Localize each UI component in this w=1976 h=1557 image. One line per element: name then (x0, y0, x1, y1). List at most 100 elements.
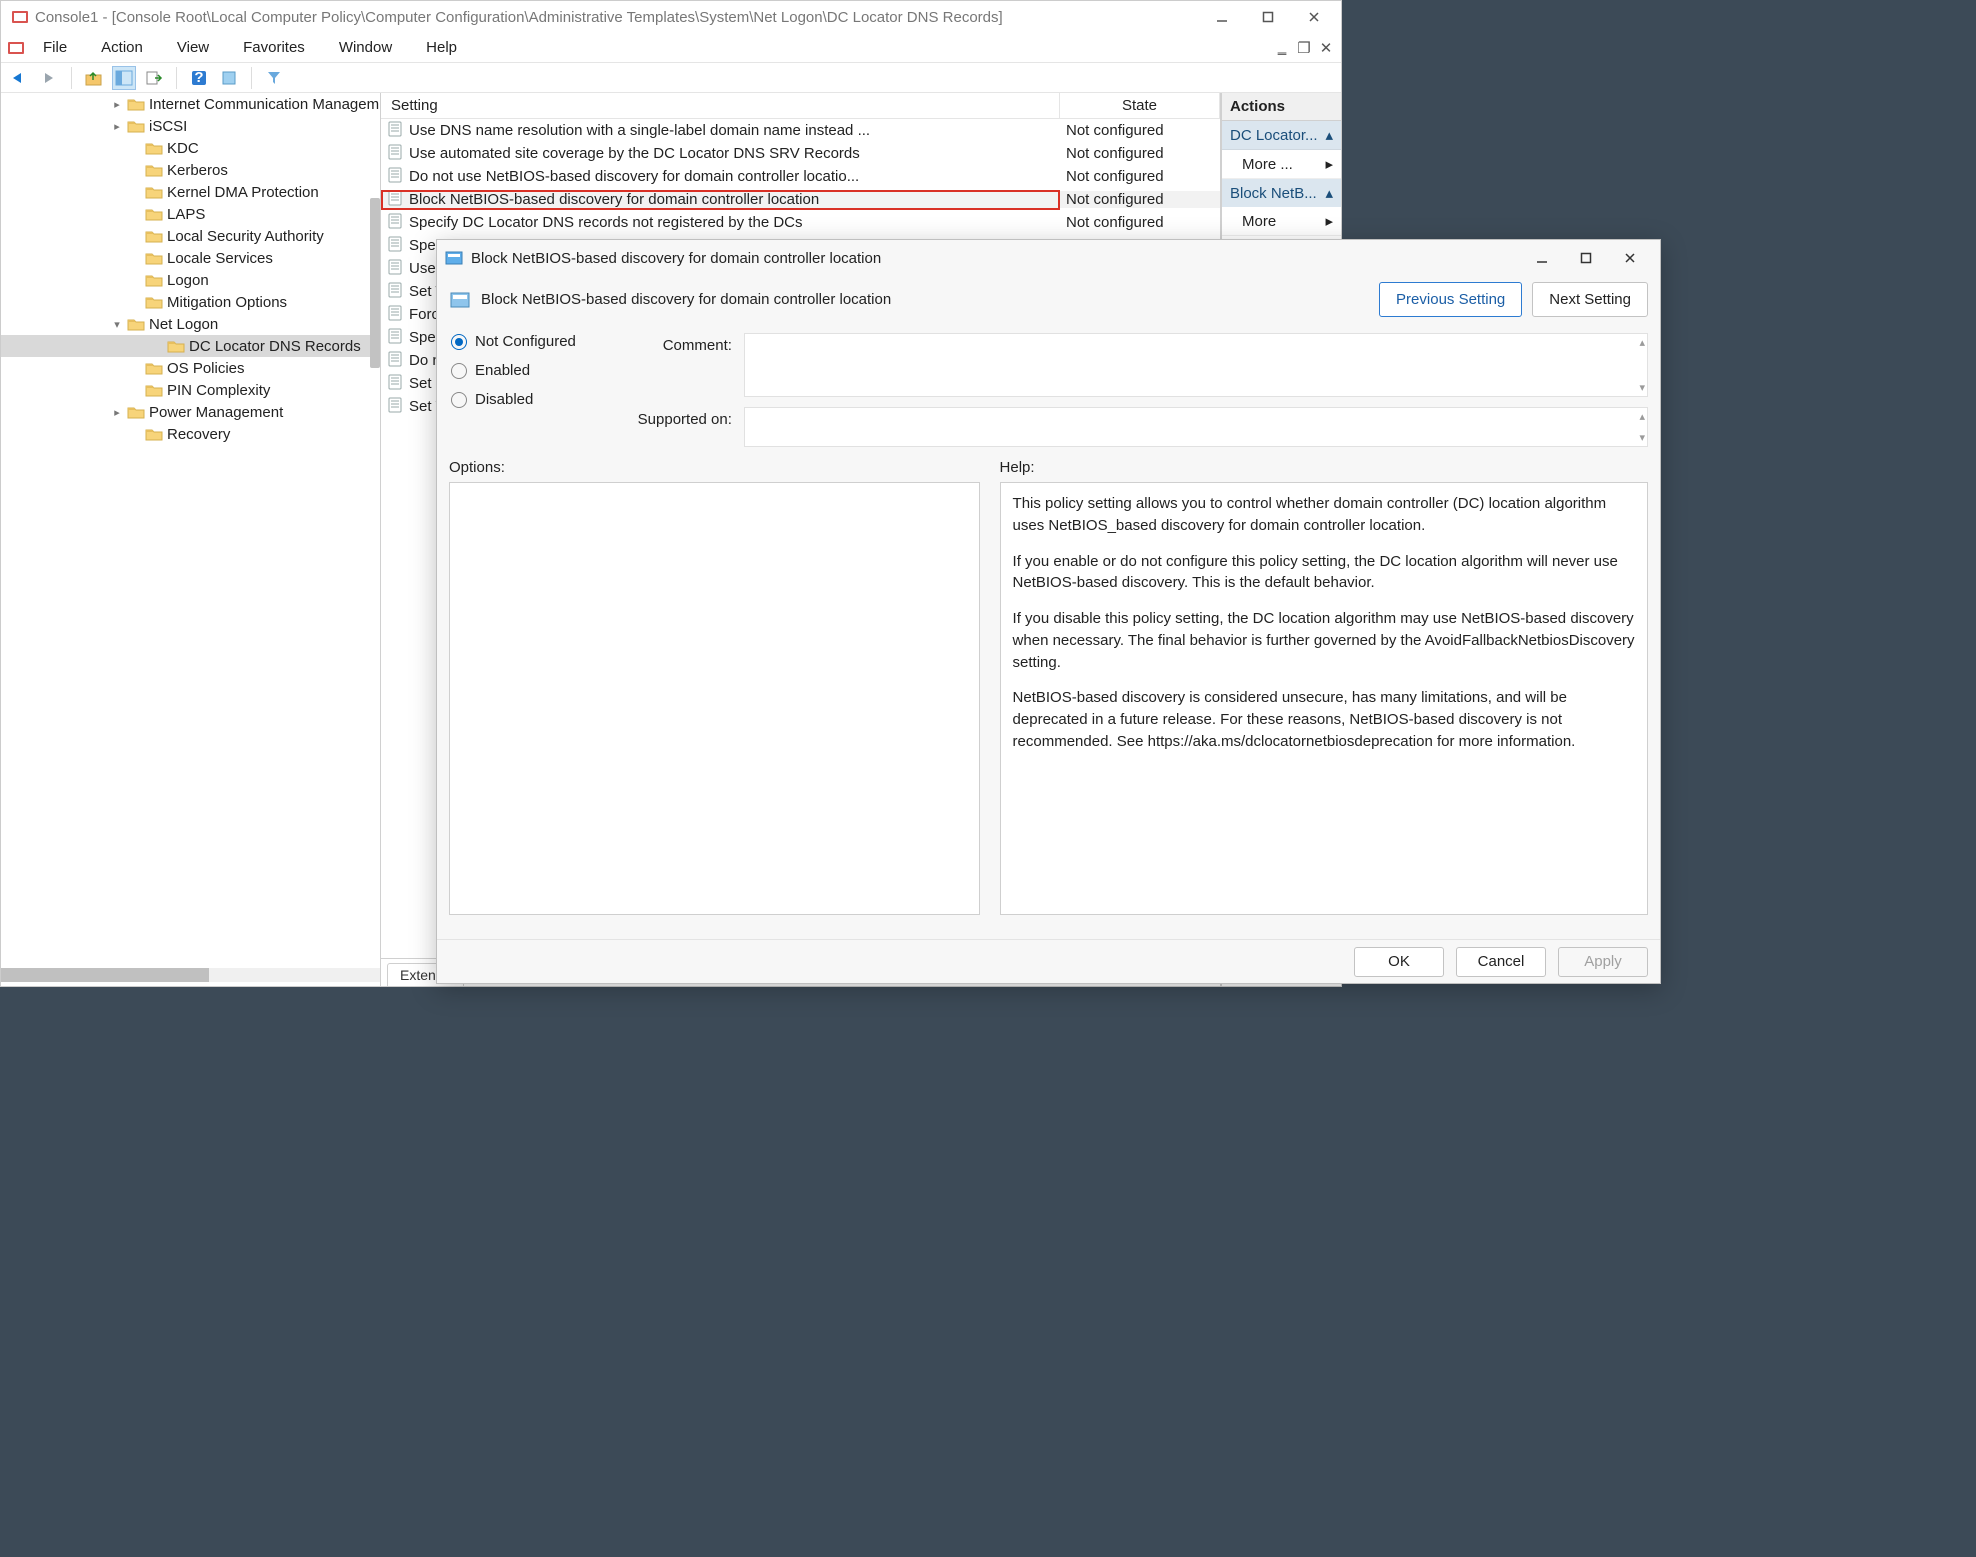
tree-item[interactable]: Kernel DMA Protection (1, 181, 380, 203)
tree-item[interactable]: ▸Power Management (1, 401, 380, 423)
dialog-maximize-button[interactable] (1564, 243, 1608, 273)
scroll-down-icon[interactable]: ▾ (1639, 431, 1645, 444)
comment-input[interactable]: ▴ ▾ (744, 333, 1648, 397)
actions-item-more[interactable]: More ... ▸ (1222, 150, 1341, 179)
scroll-up-icon[interactable]: ▴ (1639, 410, 1645, 423)
policy-item-icon (387, 144, 403, 164)
menu-action[interactable]: Action (91, 35, 153, 60)
tree-item[interactable]: Local Security Authority (1, 225, 380, 247)
tree-expander-icon[interactable] (129, 164, 141, 176)
tree-expander-icon[interactable] (129, 142, 141, 154)
tree-vertical-scrollbar[interactable] (370, 198, 380, 368)
tree-expander-icon[interactable]: ▸ (111, 120, 123, 133)
radio-enabled[interactable]: Enabled (451, 362, 576, 379)
folder-icon (145, 251, 163, 265)
radio-not-configured[interactable]: Not Configured (451, 333, 576, 350)
up-folder-button[interactable] (82, 66, 106, 90)
show-hide-tree-button[interactable] (112, 66, 136, 90)
list-row[interactable]: Use DNS name resolution with a single-la… (381, 119, 1220, 142)
tree-expander-icon[interactable] (129, 362, 141, 374)
tree-expander-icon[interactable]: ▸ (111, 406, 123, 419)
dialog-minimize-button[interactable] (1520, 243, 1564, 273)
list-row[interactable]: Specify DC Locator DNS records not regis… (381, 211, 1220, 234)
actions-item-more-2[interactable]: More ▸ (1222, 207, 1341, 236)
back-button[interactable] (7, 66, 31, 90)
tree-item-label: Locale Services (167, 250, 273, 267)
mdi-close-icon[interactable]: ✕ (1317, 39, 1335, 57)
tree-expander-icon[interactable] (129, 230, 141, 242)
menu-view[interactable]: View (167, 35, 219, 60)
tree-item[interactable]: DC Locator DNS Records (1, 335, 380, 357)
tree-horizontal-scrollbar[interactable] (1, 968, 380, 982)
tree-item[interactable]: LAPS (1, 203, 380, 225)
tree-item[interactable]: Logon (1, 269, 380, 291)
actions-group-block-netbios[interactable]: Block NetB... ▴ (1222, 179, 1341, 207)
mdi-restore-icon[interactable]: ❐ (1295, 39, 1313, 57)
tree-item[interactable]: ▸Internet Communication Managem (1, 93, 380, 115)
radio-disabled[interactable]: Disabled (451, 391, 576, 408)
export-list-button[interactable] (142, 66, 166, 90)
tree-scroll[interactable]: ▸Internet Communication Managem▸iSCSI KD… (1, 93, 380, 986)
tree-expander-icon[interactable] (129, 296, 141, 308)
cell-state: Not configured (1060, 214, 1220, 231)
tree-item[interactable]: ▸iSCSI (1, 115, 380, 137)
tree-item-label: OS Policies (167, 360, 245, 377)
maximize-button[interactable] (1245, 1, 1291, 33)
dialog-close-button[interactable] (1608, 243, 1652, 273)
ok-button[interactable]: OK (1354, 947, 1444, 977)
list-row[interactable]: Do not use NetBIOS-based discovery for d… (381, 165, 1220, 188)
tree-expander-icon[interactable] (129, 428, 141, 440)
close-button[interactable] (1291, 1, 1337, 33)
navigation-tree-pane: ▸Internet Communication Managem▸iSCSI KD… (1, 93, 381, 986)
actions-group-label: Block NetB... (1230, 185, 1317, 202)
tree-item[interactable]: OS Policies (1, 357, 380, 379)
folder-icon (167, 339, 185, 353)
tree-expander-icon[interactable]: ▸ (111, 98, 123, 111)
tree-item[interactable]: PIN Complexity (1, 379, 380, 401)
tree-expander-icon[interactable]: ▾ (111, 318, 123, 331)
tree-expander-icon[interactable] (129, 252, 141, 264)
menu-favorites[interactable]: Favorites (233, 35, 315, 60)
list-row[interactable]: Block NetBIOS-based discovery for domain… (381, 188, 1220, 211)
comment-label: Comment: (612, 333, 732, 354)
mdi-minimize-icon[interactable]: ‗ (1273, 39, 1291, 57)
menu-file[interactable]: File (33, 35, 77, 60)
tree-expander-icon[interactable] (129, 208, 141, 220)
setting-name: Use DNS name resolution with a single-la… (409, 122, 870, 139)
policy-options-button[interactable] (217, 66, 241, 90)
tree-expander-icon[interactable] (151, 340, 163, 352)
list-row[interactable]: Use automated site coverage by the DC Lo… (381, 142, 1220, 165)
next-setting-button[interactable]: Next Setting (1532, 282, 1648, 317)
tree-expander-icon[interactable] (129, 274, 141, 286)
policy-edit-icon (449, 289, 471, 311)
cancel-button[interactable]: Cancel (1456, 947, 1546, 977)
menu-window[interactable]: Window (329, 35, 402, 60)
tree-item[interactable]: KDC (1, 137, 380, 159)
menu-help[interactable]: Help (416, 35, 467, 60)
column-header-state[interactable]: State (1060, 93, 1220, 118)
minimize-button[interactable] (1199, 1, 1245, 33)
options-box[interactable] (449, 482, 980, 915)
previous-setting-button[interactable]: Previous Setting (1379, 282, 1522, 317)
tree-item[interactable]: ▾Net Logon (1, 313, 380, 335)
tree-expander-icon[interactable] (129, 384, 141, 396)
tree-item[interactable]: Kerberos (1, 159, 380, 181)
tree-expander-icon[interactable] (129, 186, 141, 198)
apply-button[interactable]: Apply (1558, 947, 1648, 977)
help-text-box[interactable]: ▴ This policy setting allows you to cont… (1000, 482, 1648, 915)
dialog-footer: OK Cancel Apply (437, 939, 1660, 983)
help-button[interactable]: ? (187, 66, 211, 90)
cell-setting: Block NetBIOS-based discovery for domain… (381, 190, 1060, 210)
column-header-setting[interactable]: Setting (381, 93, 1060, 118)
filter-button[interactable] (262, 66, 286, 90)
scroll-down-icon[interactable]: ▾ (1639, 381, 1645, 394)
list-header: Setting State (381, 93, 1220, 119)
tree-item[interactable]: Mitigation Options (1, 291, 380, 313)
actions-group-dc-locator[interactable]: DC Locator... ▴ (1222, 121, 1341, 150)
tree-item[interactable]: Recovery (1, 423, 380, 445)
scrollbar-thumb[interactable] (1, 968, 209, 982)
forward-button[interactable] (37, 66, 61, 90)
tree-item[interactable]: Locale Services (1, 247, 380, 269)
scroll-up-icon[interactable]: ▴ (1639, 336, 1645, 349)
toolbar: ? (1, 63, 1341, 93)
